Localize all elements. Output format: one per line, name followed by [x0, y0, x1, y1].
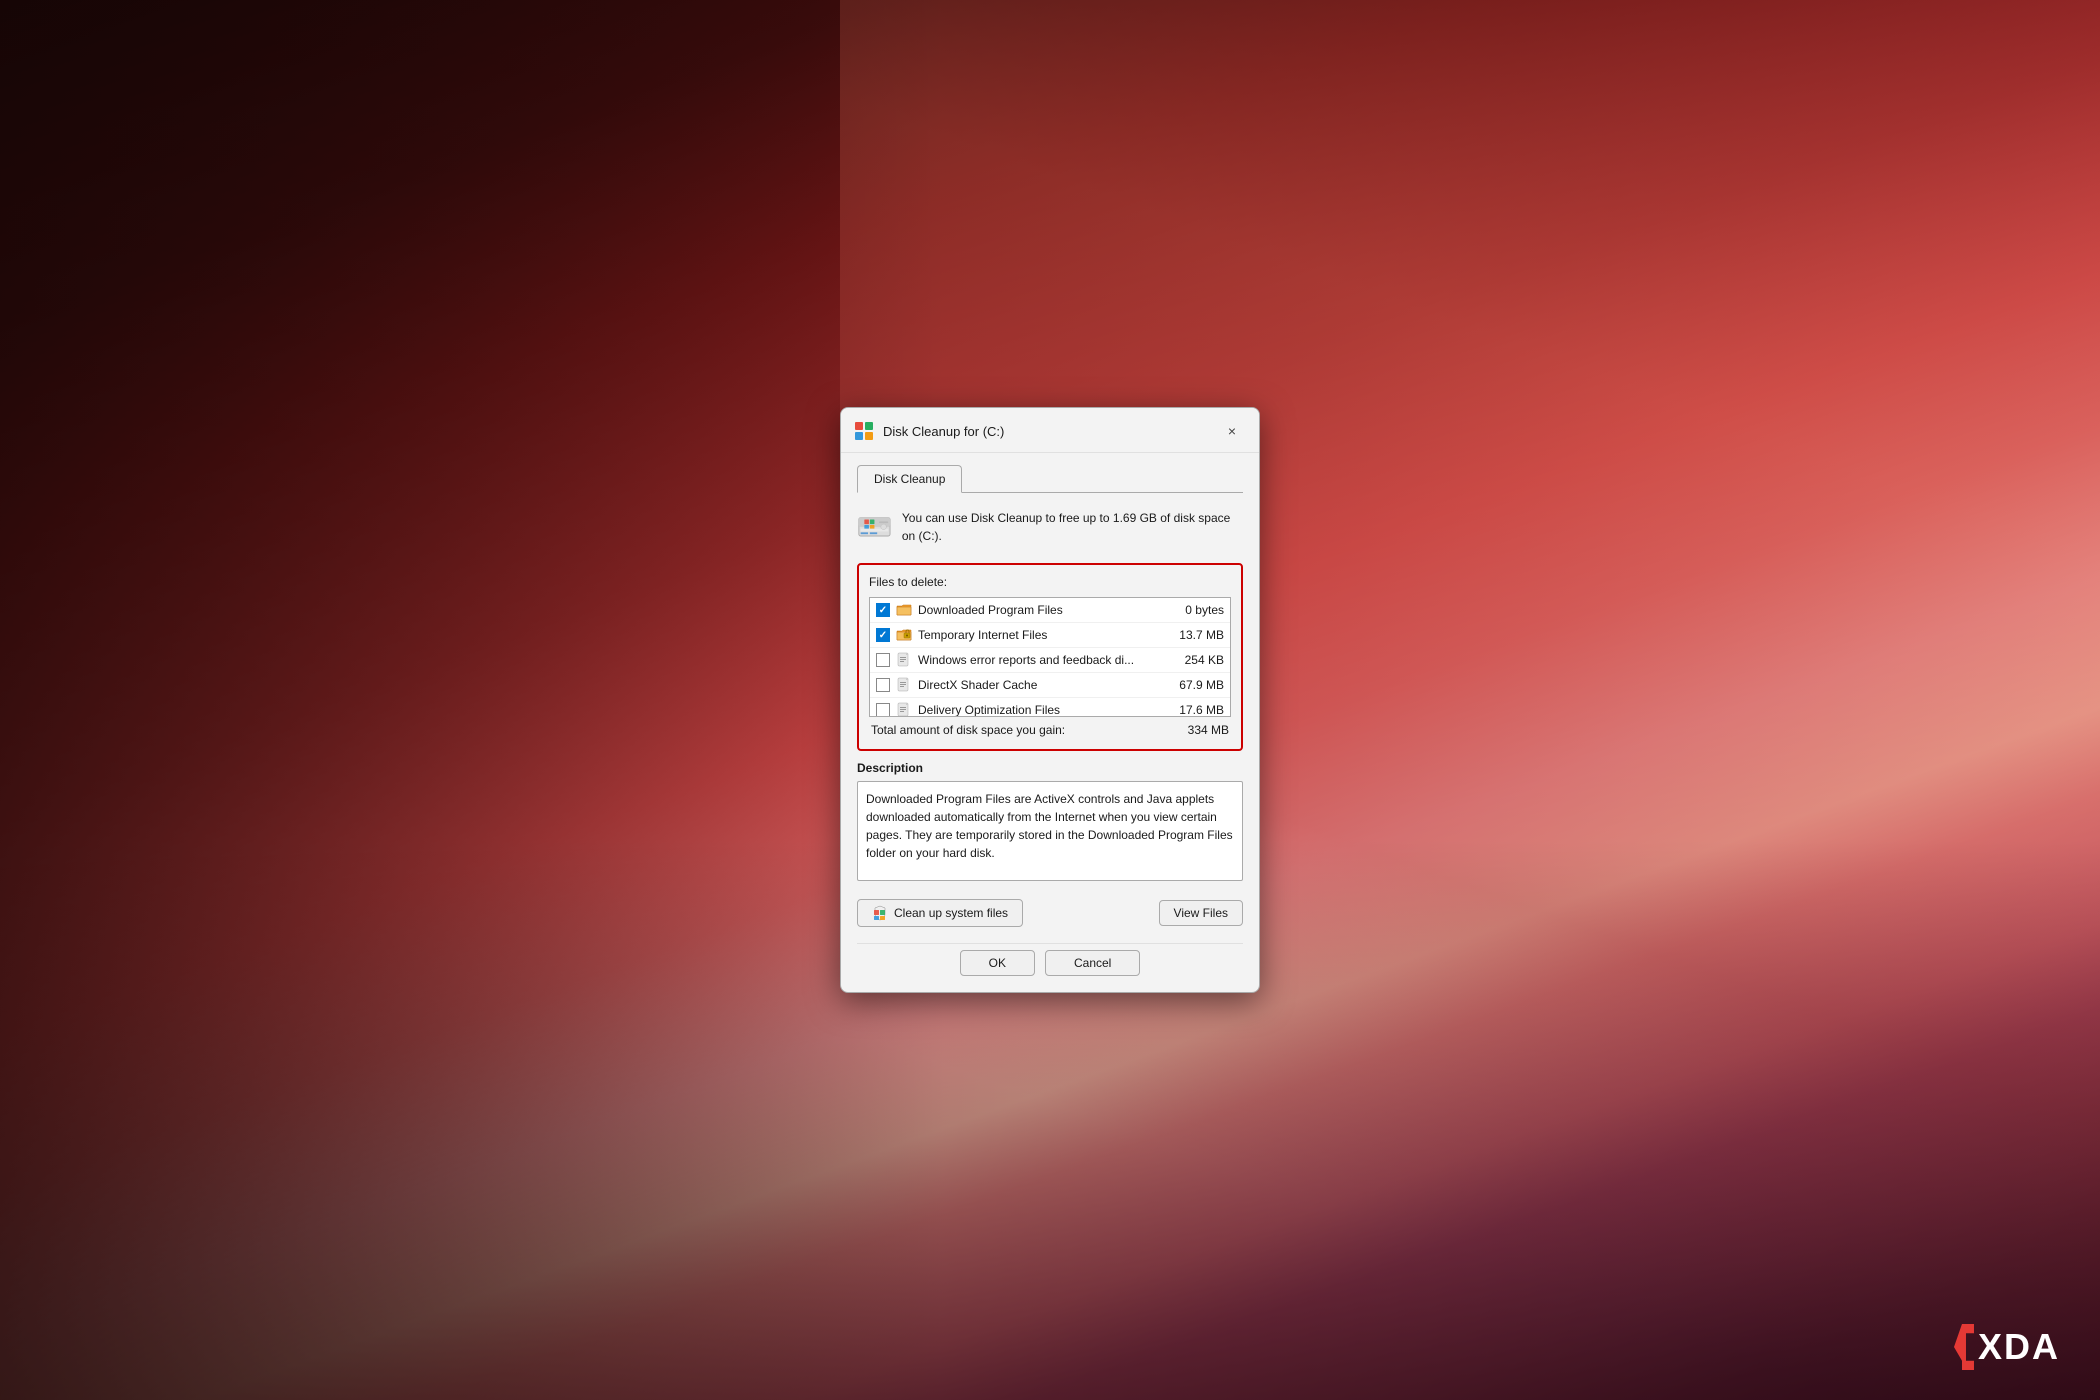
icon-sq-1: [855, 422, 863, 430]
file-name-5: Delivery Optimization Files: [918, 703, 1173, 717]
list-item: DirectX Shader Cache 67.9 MB: [870, 673, 1230, 698]
view-files-button[interactable]: View Files: [1159, 900, 1243, 926]
ok-cancel-row: OK Cancel: [857, 943, 1243, 980]
files-label: Files to delete:: [869, 575, 1231, 589]
close-button[interactable]: ×: [1219, 418, 1245, 444]
lock-folder-icon: [896, 627, 912, 643]
file-checkbox-4[interactable]: [876, 678, 890, 692]
dialog-titlebar-icon: [855, 422, 875, 440]
file-checkbox-2[interactable]: [876, 628, 890, 642]
info-section: You can use Disk Cleanup to free up to 1…: [857, 505, 1243, 549]
dialog-body: Disk Cleanup: [841, 453, 1259, 992]
icon-sq-2: [865, 422, 873, 430]
file-size-5: 17.6 MB: [1179, 703, 1224, 717]
file-checkbox-5[interactable]: [876, 703, 890, 717]
ok-button[interactable]: OK: [960, 950, 1035, 976]
description-section: Description Downloaded Program Files are…: [857, 761, 1243, 881]
cleanup-system-files-button[interactable]: Clean up system files: [857, 899, 1023, 927]
cancel-button[interactable]: Cancel: [1045, 950, 1140, 976]
dialog-overlay: Disk Cleanup for (C:) × Disk Cleanup: [0, 0, 2100, 1400]
disk-cleanup-dialog: Disk Cleanup for (C:) × Disk Cleanup: [840, 407, 1260, 993]
total-value: 334 MB: [1188, 723, 1229, 737]
description-text: Downloaded Program Files are ActiveX con…: [857, 781, 1243, 881]
file-checkbox-1[interactable]: [876, 603, 890, 617]
file-icon-4: [896, 677, 912, 693]
file-size-4: 67.9 MB: [1179, 678, 1224, 692]
icon-sq-3: [855, 432, 863, 440]
files-list[interactable]: Downloaded Program Files 0 bytes: [869, 597, 1231, 717]
action-buttons: Clean up system files View Files: [857, 895, 1243, 931]
file-name-1: Downloaded Program Files: [918, 603, 1179, 617]
file-checkbox-3[interactable]: [876, 653, 890, 667]
total-row: Total amount of disk space you gain: 334…: [869, 717, 1231, 739]
cleanup-button-label: Clean up system files: [894, 906, 1008, 920]
info-text: You can use Disk Cleanup to free up to 1…: [902, 509, 1243, 545]
file-name-2: Temporary Internet Files: [918, 628, 1173, 642]
total-label: Total amount of disk space you gain:: [871, 723, 1065, 737]
icon-sq-4: [865, 432, 873, 440]
drive-icon: [857, 509, 892, 541]
tab-bar: Disk Cleanup: [857, 465, 1243, 493]
file-icon-3: [896, 652, 912, 668]
folder-icon: [896, 602, 912, 618]
file-name-3: Windows error reports and feedback di...: [918, 653, 1179, 667]
list-item: Temporary Internet Files 13.7 MB: [870, 623, 1230, 648]
description-label: Description: [857, 761, 1243, 775]
file-size-2: 13.7 MB: [1179, 628, 1224, 642]
list-item: Downloaded Program Files 0 bytes: [870, 598, 1230, 623]
file-icon-5: [896, 702, 912, 717]
cleanup-icon: [872, 905, 888, 921]
list-item: Delivery Optimization Files 17.6 MB: [870, 698, 1230, 717]
list-item: Windows error reports and feedback di...…: [870, 648, 1230, 673]
tab-disk-cleanup[interactable]: Disk Cleanup: [857, 465, 962, 493]
file-size-3: 254 KB: [1185, 653, 1224, 667]
file-size-1: 0 bytes: [1185, 603, 1224, 617]
dialog-title: Disk Cleanup for (C:): [883, 424, 1211, 439]
files-to-delete-section: Files to delete: Downloaded Program File…: [857, 563, 1243, 751]
file-name-4: DirectX Shader Cache: [918, 678, 1173, 692]
dialog-titlebar: Disk Cleanup for (C:) ×: [841, 408, 1259, 453]
